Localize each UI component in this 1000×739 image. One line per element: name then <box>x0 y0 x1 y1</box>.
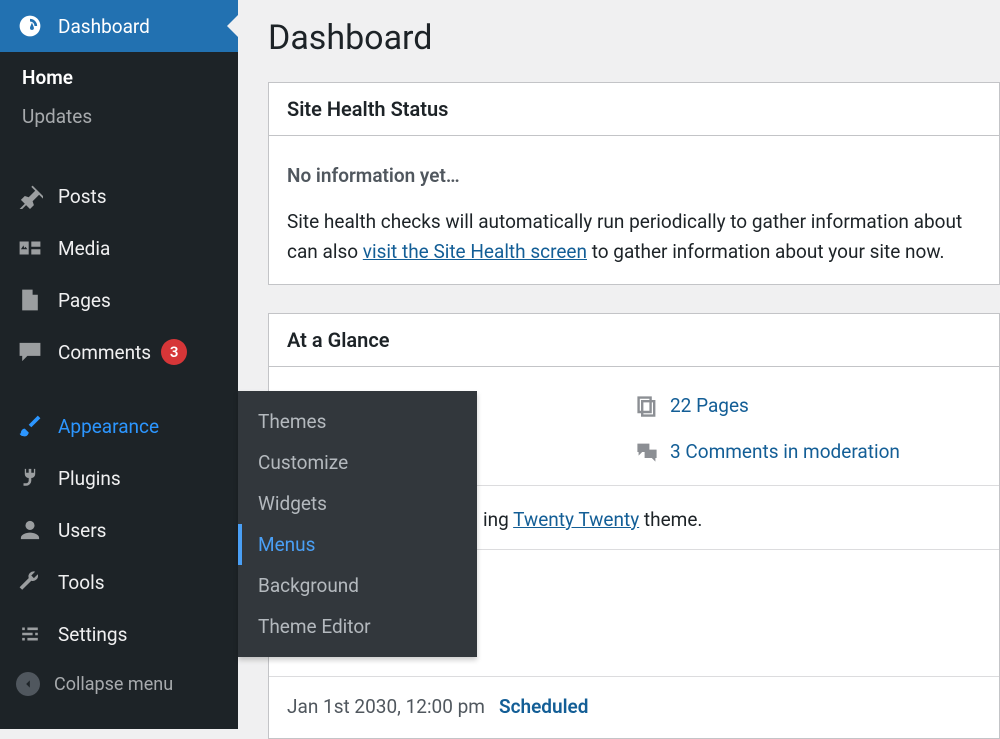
menu-settings[interactable]: Settings <box>0 608 238 660</box>
comments-badge: 3 <box>161 339 187 365</box>
glance-comments-moderation[interactable]: 3 Comments in moderation <box>634 429 981 475</box>
menu-comments[interactable]: Comments 3 <box>0 326 238 378</box>
site-health-noinfo: No information yet… <box>287 164 981 187</box>
menu-posts[interactable]: Posts <box>0 170 238 222</box>
menu-settings-label: Settings <box>58 623 127 646</box>
menu-users-label: Users <box>58 519 106 542</box>
flyout-background[interactable]: Background <box>238 565 477 606</box>
scheduled-status: Scheduled <box>499 695 589 718</box>
menu-separator <box>0 148 238 170</box>
flyout-theme-editor[interactable]: Theme Editor <box>238 606 477 647</box>
menu-appearance-label: Appearance <box>58 415 159 438</box>
menu-separator <box>0 378 238 400</box>
page-title: Dashboard <box>268 18 1000 58</box>
user-icon <box>16 516 44 544</box>
scheduled-date: Jan 1st 2030, 12:00 pm <box>287 695 485 718</box>
theme-link[interactable]: Twenty Twenty <box>513 508 639 531</box>
flyout-menus[interactable]: Menus <box>238 524 477 565</box>
flyout-widgets[interactable]: Widgets <box>238 483 477 524</box>
menu-comments-label: Comments <box>58 341 151 364</box>
menu-users[interactable]: Users <box>0 504 238 556</box>
menu-tools[interactable]: Tools <box>0 556 238 608</box>
menu-dashboard-label: Dashboard <box>58 15 150 38</box>
glance-pages-label: 22 Pages <box>670 394 749 417</box>
dashboard-icon <box>16 12 44 40</box>
menu-collapse[interactable]: Collapse menu <box>0 660 238 708</box>
menu-dashboard[interactable]: Dashboard <box>0 0 238 52</box>
flyout-customize[interactable]: Customize <box>238 442 477 483</box>
glance-header: At a Glance <box>269 314 999 367</box>
submenu-updates[interactable]: Updates <box>0 97 238 136</box>
site-health-header: Site Health Status <box>269 83 999 136</box>
page-icon <box>16 286 44 314</box>
submenu-home[interactable]: Home <box>0 58 238 97</box>
flyout-themes[interactable]: Themes <box>238 401 477 442</box>
collapse-icon <box>16 672 40 696</box>
media-icon <box>16 234 44 262</box>
plug-icon <box>16 464 44 492</box>
menu-pages[interactable]: Pages <box>0 274 238 326</box>
wrench-icon <box>16 568 44 596</box>
glance-pages[interactable]: 22 Pages <box>634 383 981 429</box>
scheduled-row[interactable]: Jan 1st 2030, 12:00 pm Scheduled <box>269 676 999 738</box>
menu-media[interactable]: Media <box>0 222 238 274</box>
site-health-box: Site Health Status No information yet… S… <box>268 82 1000 285</box>
menu-posts-label: Posts <box>58 185 107 208</box>
comment-icon <box>16 338 44 366</box>
dashboard-submenu: Home Updates <box>0 52 238 148</box>
menu-pages-label: Pages <box>58 289 111 312</box>
menu-tools-label: Tools <box>58 571 105 594</box>
menu-collapse-label: Collapse menu <box>54 674 173 695</box>
site-health-link[interactable]: visit the Site Health screen <box>363 240 587 263</box>
menu-plugins[interactable]: Plugins <box>0 452 238 504</box>
site-health-text: Site health checks will automatically ru… <box>287 207 981 268</box>
pages-icon <box>634 393 660 419</box>
admin-sidebar: Dashboard Home Updates Posts Media P <box>0 0 238 729</box>
menu-appearance[interactable]: Appearance <box>0 400 238 452</box>
brush-icon <box>16 412 44 440</box>
appearance-flyout: Themes Customize Widgets Menus Backgroun… <box>238 391 477 657</box>
pin-icon <box>16 182 44 210</box>
site-health-body: No information yet… Site health checks w… <box>269 136 999 284</box>
menu-plugins-label: Plugins <box>58 467 121 490</box>
settings-icon <box>16 620 44 648</box>
menu-media-label: Media <box>58 237 110 260</box>
glance-comments-label: 3 Comments in moderation <box>670 440 900 463</box>
comments-icon <box>634 439 660 465</box>
